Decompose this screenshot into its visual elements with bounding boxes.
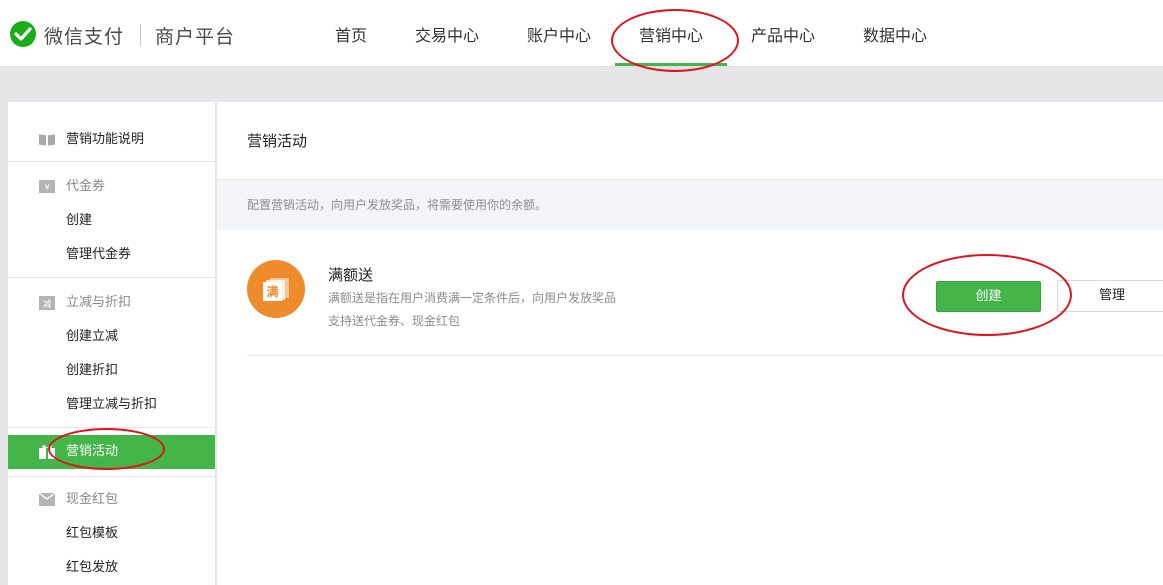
create-button[interactable]: 创建 bbox=[936, 281, 1041, 312]
sidebar-item-manage-discount[interactable]: 管理立减与折扣 bbox=[8, 388, 215, 422]
top-header: 微信支付 商户平台 首页 交易中心 账户中心 营销中心 产品中心 数据中心 bbox=[0, 0, 1163, 67]
sidebar-item-create-reduction[interactable]: 创建立减 bbox=[8, 320, 215, 354]
sidebar-head-voucher: ¥ 代金券 bbox=[8, 170, 215, 204]
nav-marketing-center[interactable]: 营销中心 bbox=[615, 0, 727, 66]
sidebar-group-redpacket: 现金红包 红包模板 红包发放 bbox=[8, 477, 215, 585]
manage-button[interactable]: 管理 bbox=[1057, 280, 1163, 312]
sidebar-label: 营销活动 bbox=[66, 444, 119, 459]
brand-name: 微信支付 bbox=[44, 25, 125, 48]
sidebar-head-discount: 减 立减与折扣 bbox=[8, 286, 215, 320]
main-content: 营销活动 配置营销活动，向用户发放奖品，将需要使用你的余额。 满 满额送 满额送… bbox=[217, 102, 1163, 585]
nav-home[interactable]: 首页 bbox=[327, 0, 375, 66]
sidebar-group-discount: 减 立减与折扣 创建立减 创建折扣 管理立减与折扣 bbox=[8, 278, 215, 428]
book-icon bbox=[39, 133, 55, 146]
svg-text:减: 减 bbox=[42, 298, 51, 310]
nav-data-center[interactable]: 数据中心 bbox=[861, 0, 929, 66]
sidebar-item-voucher-manage[interactable]: 管理代金券 bbox=[8, 238, 215, 272]
sidebar-item-voucher-create[interactable]: 创建 bbox=[8, 204, 215, 238]
sidebar-group-voucher: ¥ 代金券 创建 管理代金券 bbox=[8, 162, 215, 278]
activity-name: 满额送 bbox=[328, 266, 374, 284]
brand-divider bbox=[140, 24, 142, 46]
svg-text:¥: ¥ bbox=[44, 183, 49, 192]
description-bar: 配置营销活动，向用户发放奖品，将需要使用你的余额。 bbox=[217, 179, 1163, 230]
sidebar-item-create-discount[interactable]: 创建折扣 bbox=[8, 354, 215, 388]
sidebar-label: 立减与折扣 bbox=[66, 295, 132, 310]
brand-logo[interactable]: 微信支付 商户平台 bbox=[8, 20, 235, 50]
activity-description: 满额送是指在用户消费满一定条件后，向用户发放奖品 bbox=[328, 291, 617, 305]
sidebar-label: 现金红包 bbox=[66, 492, 119, 507]
icon-char: 满 bbox=[266, 284, 278, 299]
sidebar: 营销功能说明 ¥ 代金券 创建 管理代金券 减 立减与折扣 创建立减 创建折扣 … bbox=[8, 102, 216, 585]
sidebar-label: 营销功能说明 bbox=[66, 132, 145, 147]
sidebar-label: 代金券 bbox=[66, 179, 106, 194]
nav-account-center[interactable]: 账户中心 bbox=[525, 0, 593, 66]
gift-icon bbox=[39, 444, 55, 459]
platform-name: 商户平台 bbox=[155, 25, 236, 48]
activity-card: 满 满额送 满额送是指在用户消费满一定条件后，向用户发放奖品 支持送代金券、现金… bbox=[247, 230, 1163, 356]
sidebar-item-redpacket-send[interactable]: 红包发放 bbox=[8, 551, 215, 585]
voucher-icon: ¥ bbox=[39, 180, 55, 193]
sidebar-group-campaign: 营销活动 bbox=[8, 428, 215, 477]
full-gift-icon: 满 bbox=[247, 260, 305, 318]
sidebar-item-marketing-intro[interactable]: 营销功能说明 bbox=[8, 123, 215, 157]
nav-transaction-center[interactable]: 交易中心 bbox=[413, 0, 481, 66]
activity-support-note: 支持送代金券、现金红包 bbox=[328, 314, 461, 328]
nav-product-center[interactable]: 产品中心 bbox=[749, 0, 817, 66]
red-packet-icon bbox=[39, 493, 55, 506]
discount-icon: 减 bbox=[39, 295, 55, 310]
sidebar-head-redpacket: 现金红包 bbox=[8, 483, 215, 517]
page-title: 营销活动 bbox=[247, 132, 308, 150]
sidebar-item-redpacket-template[interactable]: 红包模板 bbox=[8, 517, 215, 551]
sidebar-item-marketing-campaign[interactable]: 营销活动 bbox=[8, 435, 215, 469]
sidebar-group-intro: 营销功能说明 bbox=[8, 102, 215, 162]
wechat-pay-logo-icon bbox=[10, 21, 36, 47]
